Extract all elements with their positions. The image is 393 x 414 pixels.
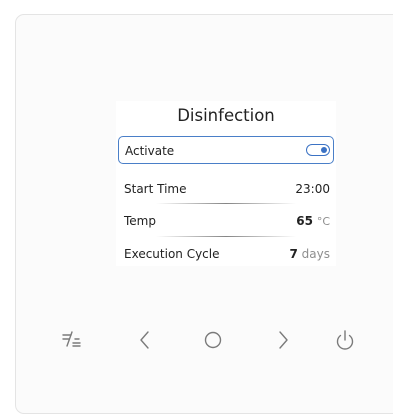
chevron-right-icon xyxy=(279,331,288,349)
temp-value: 65 xyxy=(296,214,313,228)
execution-cycle-unit: days xyxy=(301,247,330,261)
home-circle-icon xyxy=(204,331,222,349)
execution-cycle-value-group: 7 days xyxy=(289,247,330,261)
forward-button[interactable] xyxy=(268,325,298,355)
back-button[interactable] xyxy=(130,325,160,355)
temp-label: Temp xyxy=(124,214,156,228)
execution-cycle-label: Execution Cycle xyxy=(124,247,220,261)
activate-label: Activate xyxy=(125,144,175,158)
power-button[interactable] xyxy=(330,325,360,355)
start-time-row[interactable]: Start Time 23:00 xyxy=(118,175,334,203)
display-screen: Disinfection Activate Start Time 23:00 6… xyxy=(116,101,336,266)
temp-unit: °C xyxy=(316,215,330,228)
temp-row[interactable]: 65 °C Temp xyxy=(118,207,334,235)
row-divider xyxy=(156,203,296,204)
home-button[interactable] xyxy=(198,325,228,355)
execution-cycle-row[interactable]: Execution Cycle 7 days xyxy=(118,240,334,266)
activate-toggle[interactable] xyxy=(306,144,330,156)
activate-row[interactable]: Activate xyxy=(118,136,334,164)
start-time-label: Start Time xyxy=(124,182,187,196)
power-icon xyxy=(336,330,354,350)
start-time-value: 23:00 xyxy=(295,182,330,196)
temp-value-group: 65 °C xyxy=(296,214,330,228)
row-divider xyxy=(156,236,296,237)
screen-title: Disinfection xyxy=(177,106,275,125)
menu-icon xyxy=(62,331,81,347)
chevron-left-icon xyxy=(140,331,149,349)
menu-button[interactable] xyxy=(57,325,87,355)
toggle-knob xyxy=(321,147,327,153)
execution-cycle-value: 7 xyxy=(289,247,298,261)
